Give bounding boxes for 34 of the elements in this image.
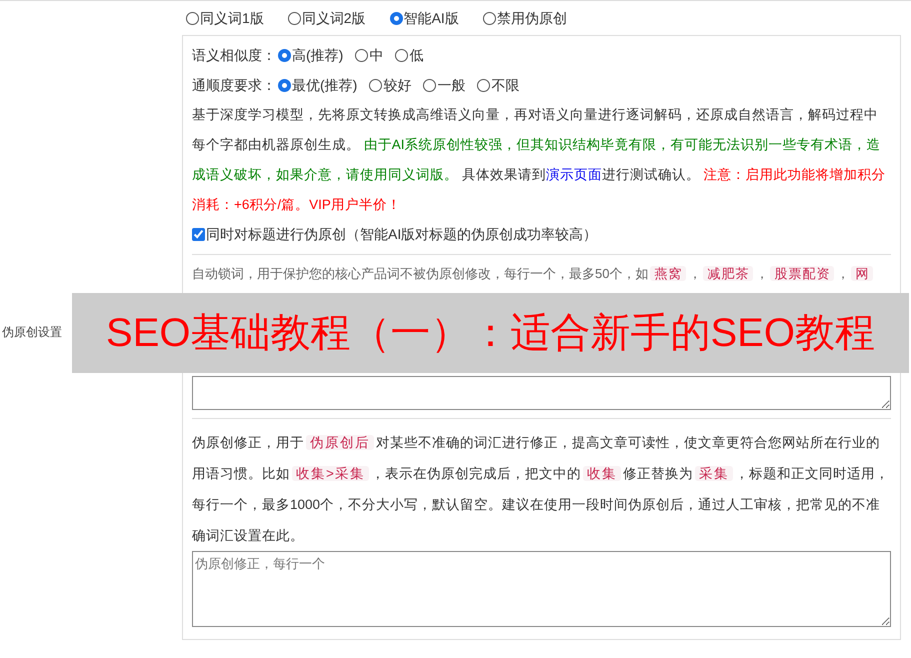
- correction-description: 伪原创修正，用于 伪原创后 对某些不准确的词汇进行修正，提高文章可读性，使文章更符合您网站所在行业的用语习惯。比如 收集>采集 ，表示在伪原创完成后，把文中的 收集 修正替换为 采集 ，标题和正文同时适用，每行一个，最多1000个，不分大小写，默认留空。建议在使用一段时间伪原创后，通过人工审核，把常见的不准确词汇设置在此。: [192, 434, 890, 545]
- ai-description: 基于深度学习模型，先将原文转换成高维语义向量，再对语义向量进行逐词解码，还原成自然语言，解码过程中每个字都由机器原创生成。 由于AI系统原创性较强，但其知识结构毕竟有限，有可能无法识别一些专有术语，造成语义破坏，如果介意，请使用同义词版。 具体效果请到演示页面进行测试确认。 注意：启用此功能将增加积分消耗：+6积分/篇。VIP用户半价！: [192, 106, 887, 214]
- option[interactable]: 低: [409, 44, 424, 66]
- radio-button[interactable]: [278, 48, 291, 62]
- mode-option[interactable]: 同义词2版: [302, 8, 366, 28]
- radio-button[interactable]: [369, 78, 382, 92]
- lock-words-description: 自动锁词，用于保护您的核心产品词不被伪原创修改，每行一个，最多50个，如 燕窝 ， 减肥茶 ， 股票配资 ， 网: [192, 263, 891, 285]
- radio-button[interactable]: [288, 12, 301, 24]
- option-label: 语义相似度：: [192, 46, 276, 64]
- radio-button[interactable]: [423, 78, 436, 92]
- radio-button[interactable]: [390, 12, 403, 24]
- radio-button[interactable]: [482, 12, 496, 24]
- option[interactable]: 较好: [383, 74, 412, 96]
- title-banner: SEO基础教程（一）：适合新手的SEO教程: [72, 293, 909, 373]
- option-label: 通顺度要求：: [192, 76, 276, 94]
- option[interactable]: 一般: [437, 74, 466, 96]
- mode-option[interactable]: 同义词1版: [200, 8, 264, 28]
- correction-input[interactable]: 伪原创修正，每行一个: [192, 551, 891, 627]
- mode-option[interactable]: 智能AI版: [404, 8, 459, 28]
- lock-words-input[interactable]: [192, 376, 891, 410]
- option[interactable]: 中: [369, 44, 384, 66]
- radio-button[interactable]: [355, 48, 368, 62]
- title-checkbox[interactable]: [192, 228, 205, 240]
- title-option[interactable]: 同时对标题进行伪原创（智能AI版对标题的伪原创成功率较高）: [192, 220, 891, 248]
- radio-button[interactable]: [278, 78, 291, 92]
- option[interactable]: 最优(推荐): [292, 74, 358, 96]
- radio-button[interactable]: [477, 78, 490, 92]
- option[interactable]: 不限: [491, 74, 520, 96]
- demo-link[interactable]: 演示页面: [546, 167, 602, 182]
- option[interactable]: 高(推荐): [292, 44, 344, 66]
- mode-option[interactable]: 禁用伪原创: [496, 8, 567, 28]
- section-label: 伪原创设置: [1, 324, 62, 341]
- radio-button[interactable]: [186, 12, 199, 24]
- radio-button[interactable]: [395, 48, 408, 62]
